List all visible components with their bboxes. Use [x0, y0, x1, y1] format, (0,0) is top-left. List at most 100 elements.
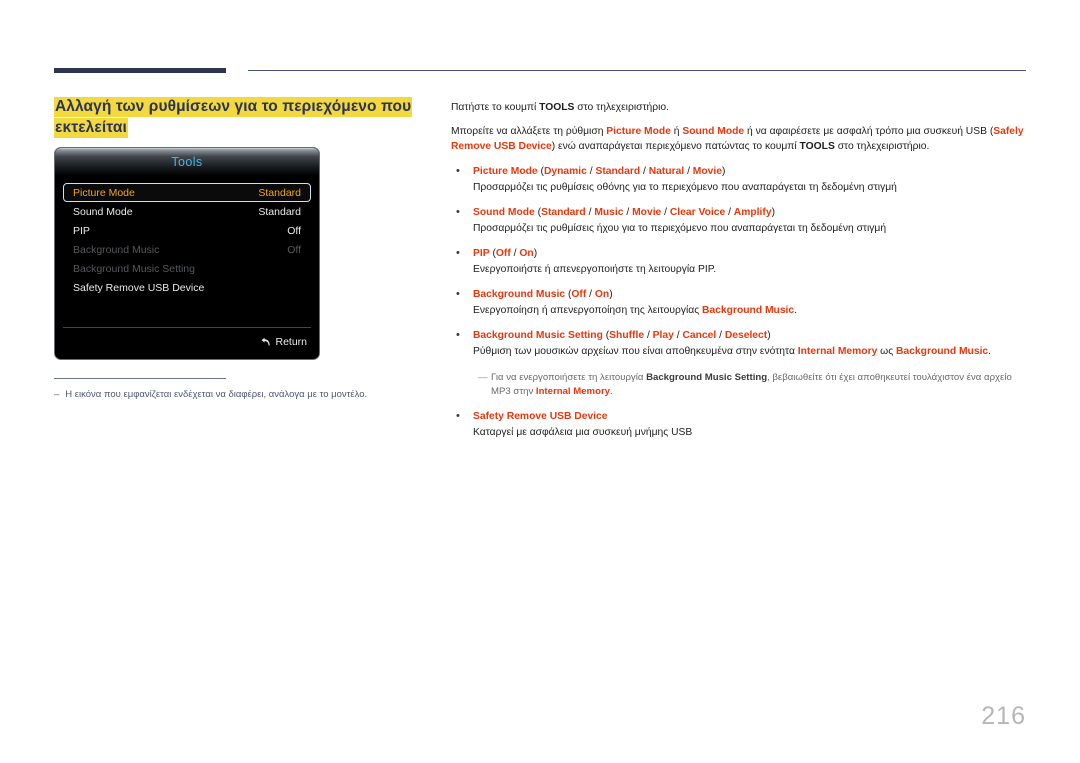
osd-row-pip[interactable]: PIP Off — [63, 221, 311, 240]
list-item-description: Ρύθμιση των μουσικών αρχείων που είναι α… — [473, 344, 1026, 360]
osd-row-label: Background Music Setting — [73, 262, 195, 275]
list-item-title: Background Music Setting (Shuffle / Play… — [473, 329, 771, 341]
option-value: Movie — [632, 206, 662, 218]
osd-row-safety-remove-usb[interactable]: Safety Remove USB Device — [63, 278, 311, 297]
osd-menu-list: Picture Mode Standard Sound Mode Standar… — [55, 176, 319, 327]
return-arrow-icon — [260, 337, 271, 348]
option-name: PIP — [473, 247, 490, 259]
option-value: Dynamic — [543, 165, 587, 177]
return-button[interactable]: Return — [260, 336, 307, 348]
list-item-description: Ενεργοποίηση ή απενεργοποίηση της λειτου… — [473, 303, 1026, 319]
osd-row-label: Background Music — [73, 243, 160, 256]
desc-keyword-background-music: Background Music — [896, 346, 989, 357]
osd-row-label: PIP — [73, 224, 90, 237]
para2-part-c: ή — [670, 125, 683, 137]
para2-part-g: ) ενώ αναπαράγεται περιεχόμενο πατώντας … — [551, 141, 800, 152]
osd-row-background-music: Background Music Off — [63, 240, 311, 259]
option-value: Movie — [692, 165, 722, 177]
desc-keyword: Background Music — [702, 305, 795, 316]
option-value: Standard — [541, 206, 586, 218]
note-part-a: Για να ενεργοποιήσετε τη λειτουργία — [491, 371, 647, 383]
list-item-body: Picture Mode (Dynamic / Standard / Natur… — [473, 164, 1026, 196]
para2-picture-mode: Picture Mode — [606, 125, 671, 137]
osd-row-sound-mode[interactable]: Sound Mode Standard — [63, 202, 311, 221]
desc-part-a: Ρύθμιση των μουσικών αρχείων που είναι α… — [473, 346, 798, 357]
footnote-row: – Η εικόνα που εμφανίζεται ενδέχεται να … — [54, 388, 414, 402]
image-footnote: – Η εικόνα που εμφανίζεται ενδέχεται να … — [54, 378, 414, 402]
osd-row-value: Off — [287, 224, 301, 237]
option-value: On — [519, 247, 534, 259]
list-item-description: Προσαρμόζει τις ρυθμίσεις ήχου για το πε… — [473, 223, 887, 234]
right-column: Πατήστε το κουμπί TOOLS στο τηλεχειριστή… — [451, 100, 1026, 450]
page-title: Αλλαγή των ρυθμίσεων για το περιεχόμενο … — [54, 96, 424, 138]
para1-part-a: Πατήστε το κουμπί — [451, 102, 540, 113]
desc-part-b: . — [794, 305, 798, 316]
note-dash-marker: — — [478, 371, 488, 383]
para1-part-c: στο τηλεχειριστήριο. — [574, 102, 669, 113]
list-item-body: Background Music (Off / On) Ενεργοποίηση… — [473, 287, 1026, 319]
list-item-title: Picture Mode (Dynamic / Standard / Natur… — [473, 165, 726, 177]
footnote-divider — [54, 378, 226, 379]
footnote-dash-marker: – — [54, 389, 60, 400]
list-item-pip: • PIP (Off / On) Ενεργοποιήστε ή απενεργ… — [451, 246, 1026, 278]
list-item-description: Καταργεί με ασφάλεια μια συσκευή μνήμης … — [473, 427, 693, 438]
list-item-title: PIP (Off / On) — [473, 247, 538, 259]
desc-keyword-internal-memory: Internal Memory — [797, 346, 878, 357]
bullet-icon: • — [456, 164, 460, 177]
option-name: Background Music — [473, 288, 566, 300]
header-rule-thin — [248, 70, 1026, 71]
option-value: Play — [652, 329, 674, 341]
page-number: 216 — [981, 702, 1026, 730]
para2-tools-keyword: TOOLS — [799, 141, 835, 152]
list-item-title: Background Music (Off / On) — [473, 288, 613, 300]
desc-part-b: ως — [877, 346, 897, 357]
osd-row-picture-mode[interactable]: Picture Mode Standard — [63, 183, 311, 202]
osd-header: Tools — [55, 148, 319, 176]
list-item-background-music: • Background Music (Off / On) Ενεργοποίη… — [451, 287, 1026, 319]
bullet-icon: • — [456, 246, 460, 259]
option-value: Standard — [595, 165, 641, 177]
para1-tools-keyword: TOOLS — [539, 102, 575, 113]
option-name: Background Music Setting — [473, 329, 603, 341]
option-value: Music — [594, 206, 624, 218]
osd-row-value: Standard — [258, 186, 301, 199]
bullet-icon: • — [456, 205, 460, 218]
option-name: Sound Mode — [473, 206, 535, 218]
note-part-c: . — [610, 386, 613, 397]
bullet-icon: • — [456, 287, 460, 300]
option-value: Clear Voice — [669, 206, 726, 218]
footnote-label: Η εικόνα που εμφανίζεται ενδέχεται να δι… — [65, 389, 368, 400]
list-item-title: Safety Remove USB Device — [473, 409, 1026, 425]
list-item-body: Background Music Setting (Shuffle / Play… — [473, 328, 1026, 360]
list-item-description: Ενεργοποιήστε ή απενεργοποιήστε τη λειτο… — [473, 264, 717, 275]
desc-part-c: . — [988, 346, 992, 357]
list-item-title: Sound Mode (Standard / Music / Movie / C… — [473, 206, 775, 218]
header-rule-thick — [54, 68, 226, 73]
osd-footer: Return — [55, 327, 319, 357]
para2-sound-mode: Sound Mode — [682, 125, 745, 137]
option-value: Natural — [648, 165, 685, 177]
option-value: Off — [495, 247, 511, 259]
page-title-text: Αλλαγή των ρυθμίσεων για το περιεχόμενο … — [54, 97, 413, 138]
option-value: On — [594, 288, 610, 300]
osd-row-label: Picture Mode — [73, 186, 135, 199]
list-item-sound-mode: • Sound Mode (Standard / Music / Movie /… — [451, 205, 1026, 237]
list-item-description: Προσαρμόζει τις ρυθμίσεις οθόνης για το … — [473, 182, 897, 193]
osd-row-value: Off — [287, 243, 301, 256]
paren-close: ) — [767, 329, 771, 341]
return-label: Return — [275, 336, 307, 348]
osd-row-value: Standard — [258, 205, 301, 218]
desc-part-a: Ενεργοποίηση ή απενεργοποίηση της λειτου… — [473, 305, 703, 316]
list-item-picture-mode: • Picture Mode (Dynamic / Standard / Nat… — [451, 164, 1026, 196]
list-item-body: Safety Remove USB Device Καταργεί με ασφ… — [473, 409, 1026, 441]
paren-close: ) — [771, 206, 775, 218]
para2-part-i: στο τηλεχειριστήριο. — [834, 141, 930, 152]
para2-part-e: ή να αφαιρέσετε με ασφαλή τρόπο μια συσκ… — [744, 125, 994, 137]
left-column: Αλλαγή των ρυθμίσεων για το περιεχόμενο … — [54, 96, 424, 138]
list-item-safety-remove-usb: • Safety Remove USB Device Καταργεί με α… — [451, 409, 1026, 441]
osd-title: Tools — [171, 155, 203, 169]
note-keyword-bgms: Background Music Setting — [646, 371, 768, 383]
tools-osd-panel: Tools Picture Mode Standard Sound Mode S… — [54, 147, 320, 360]
osd-row-label: Sound Mode — [73, 205, 133, 218]
option-value: Cancel — [682, 329, 717, 341]
